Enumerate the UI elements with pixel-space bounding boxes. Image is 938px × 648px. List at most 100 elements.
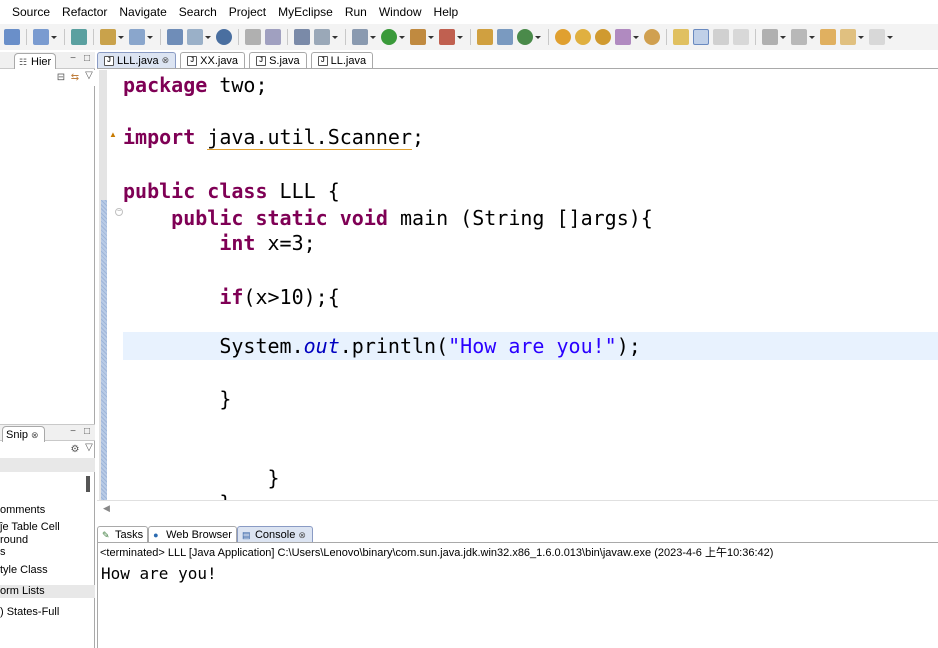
wizard-dropdown-icon[interactable] [118, 29, 125, 45]
collapse-all-icon[interactable]: ⊟ [56, 73, 66, 83]
view-menu-icon[interactable]: ▽ [84, 71, 94, 81]
snippet-item[interactable]: tyle Class [0, 564, 95, 577]
code-line-close-if: } [219, 387, 232, 411]
menu-help[interactable]: Help [428, 5, 465, 19]
close-icon[interactable]: ⊗ [31, 430, 41, 440]
deploy-dropdown-icon[interactable] [147, 29, 154, 45]
customize-icon[interactable]: ⚙ [70, 445, 80, 455]
close-icon[interactable]: ⊗ [298, 530, 308, 540]
snippet-item[interactable]: ) States-Full [0, 606, 95, 619]
globe-icon: ● [153, 529, 159, 540]
main-toolbar [0, 24, 938, 50]
run-dropdown-icon[interactable] [399, 29, 406, 45]
maximize-icon[interactable]: □ [82, 427, 92, 437]
menu-navigate[interactable]: Navigate [113, 5, 172, 19]
globe-icon[interactable] [216, 29, 232, 45]
snippet-item[interactable]: omments [0, 504, 95, 517]
new-class-icon[interactable] [477, 29, 493, 45]
db-browser-icon[interactable] [187, 29, 203, 45]
prev-annotation-icon[interactable] [791, 29, 807, 45]
tab-snippets[interactable]: Snip ⊗ [2, 426, 46, 442]
save-icon[interactable] [4, 29, 20, 45]
code-line-main: public static void main (String []args){ [171, 206, 653, 230]
external-tools-dropdown-icon[interactable] [428, 29, 435, 45]
lightbulb-icon[interactable] [673, 29, 689, 45]
profile-dropdown-icon[interactable] [457, 29, 464, 45]
tab-console[interactable]: ▤ Console ⊗ [236, 526, 314, 542]
profile-icon[interactable] [439, 29, 455, 45]
report-icon[interactable] [294, 29, 310, 45]
code-area[interactable]: package two; import java.util.Scanner; p… [97, 69, 938, 509]
run-icon[interactable] [381, 29, 397, 45]
tab-hierarchy[interactable]: ☷ Hier [14, 53, 57, 69]
new-project-icon[interactable] [33, 29, 49, 45]
view-dropdown-icon[interactable] [332, 29, 339, 45]
close-icon[interactable]: ⊗ [162, 55, 170, 66]
deploy-icon[interactable] [129, 29, 145, 45]
menu-run[interactable]: Run [339, 5, 373, 19]
debug-dropdown-icon[interactable] [370, 29, 377, 45]
annotation-icon[interactable] [644, 29, 660, 45]
pen-icon[interactable] [615, 29, 631, 45]
server-icon[interactable] [71, 29, 87, 45]
next-annotation-dropdown-icon[interactable] [780, 29, 787, 45]
view-menu-icon[interactable]: ▽ [84, 443, 94, 453]
code-line-class: public class LLL { [123, 179, 340, 203]
search-icon[interactable] [595, 29, 611, 45]
forward-icon[interactable] [869, 29, 885, 45]
external-tools-icon[interactable] [410, 29, 426, 45]
menu-refactor[interactable]: Refactor [56, 5, 113, 19]
next-annotation-icon[interactable] [762, 29, 778, 45]
toolbar-separator [26, 29, 27, 45]
snippet-item[interactable]: round [0, 534, 95, 547]
new-package-icon[interactable] [497, 29, 513, 45]
prev-annotation-dropdown-icon[interactable] [809, 29, 816, 45]
open-resource-icon[interactable] [575, 29, 591, 45]
menu-project[interactable]: Project [223, 5, 272, 19]
menu-search[interactable]: Search [173, 5, 223, 19]
db-icon[interactable] [167, 29, 183, 45]
tab-s-java[interactable]: J S.java [249, 52, 307, 68]
ant-icon[interactable] [245, 29, 261, 45]
menu-source[interactable]: Source [6, 5, 56, 19]
maximize-icon[interactable]: □ [82, 54, 92, 64]
tab-ll-java[interactable]: J LL.java [310, 52, 374, 68]
build-icon[interactable] [265, 29, 281, 45]
menu-window[interactable]: Window [373, 5, 428, 19]
open-type-icon[interactable] [555, 29, 571, 45]
pen-dropdown-icon[interactable] [633, 29, 640, 45]
forward-dropdown-icon[interactable] [887, 29, 894, 45]
new-project-dropdown-icon[interactable] [51, 29, 58, 45]
tab-tasks[interactable]: ✎ Tasks [97, 526, 149, 542]
hierarchy-icon: ☷ [19, 56, 28, 67]
snippets-scrollbar[interactable] [86, 476, 90, 492]
minimize-icon[interactable]: − [68, 427, 78, 437]
new-java-project-icon[interactable] [517, 29, 533, 45]
tab-web-browser[interactable]: ● Web Browser [148, 526, 237, 542]
debug-icon[interactable] [352, 29, 368, 45]
snippet-item[interactable]: s [0, 547, 95, 558]
back-icon[interactable] [840, 29, 856, 45]
snippet-item[interactable]: ĵe Table Cell [0, 521, 95, 534]
wizard-icon[interactable] [100, 29, 116, 45]
show-whitespace-icon[interactable] [733, 29, 749, 45]
block-selection-icon[interactable] [713, 29, 729, 45]
tab-lll-java[interactable]: J LLL.java ⊗ [97, 52, 177, 68]
tab-xx-java[interactable]: J XX.java [180, 52, 246, 68]
console-output[interactable]: How are you! [101, 564, 217, 584]
menu-myeclipse[interactable]: MyEclipse [272, 5, 339, 19]
new-java-dropdown-icon[interactable] [535, 29, 542, 45]
db-dropdown-icon[interactable] [205, 29, 212, 45]
scroll-left-icon[interactable]: ◀ [103, 503, 110, 514]
snippet-item[interactable]: orm Lists [0, 585, 95, 598]
java-file-icon: J [256, 55, 267, 66]
snippets-drawer-header[interactable] [0, 458, 95, 472]
back-dropdown-icon[interactable] [858, 29, 865, 45]
editor-horizontal-scrollbar[interactable]: ◀ [97, 500, 938, 514]
mark-occurrences-icon[interactable] [693, 29, 709, 45]
minimize-icon[interactable]: − [68, 54, 78, 64]
view-icon[interactable] [314, 29, 330, 45]
link-editor-icon[interactable]: ⇆ [70, 73, 80, 83]
last-edit-icon[interactable] [820, 29, 836, 45]
tasks-icon: ✎ [102, 529, 110, 540]
